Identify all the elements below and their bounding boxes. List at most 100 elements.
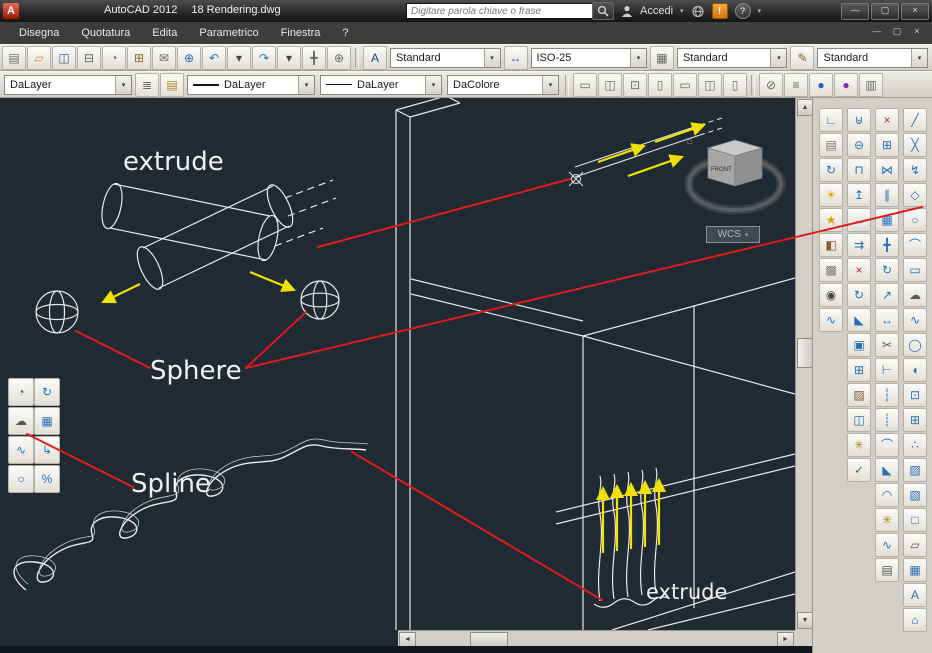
extrude-label-top[interactable]: extrude [123,147,224,177]
extrude-faces-icon[interactable]: ↥ [847,183,871,207]
extrude-path-object[interactable] [568,117,723,187]
plot-icon[interactable]: ⊟ [77,45,101,70]
autoscale-icon[interactable]: ▯ [648,72,672,97]
viewport-icon[interactable]: ◫ [698,72,722,97]
revcloud-tool-icon[interactable]: ☁ [8,407,34,435]
annotation-visibility-icon[interactable]: ⊡ [623,72,647,97]
make-layer-current-icon[interactable]: ▤ [160,72,184,97]
vertical-scrollbar[interactable]: ▲ ▼ [795,98,813,630]
scroll-down-button[interactable]: ▼ [797,612,813,629]
menu-parametrico[interactable]: Parametrico [188,24,269,42]
leader-tool-icon[interactable]: ↳ [34,436,60,464]
plotstyle-dropdown[interactable]: DaColore ▾ [447,74,559,95]
spline-icon[interactable]: ∿ [903,308,927,332]
alert-icon[interactable]: ! [711,3,728,19]
chevron-down-icon[interactable]: ▾ [425,75,441,94]
line-icon[interactable]: ╱ [903,108,927,132]
menu-finestra[interactable]: Finestra [270,24,332,42]
menu-quotatura[interactable]: Quotatura [70,24,141,42]
redo-icon[interactable]: ↷ [252,45,276,70]
sphere-right[interactable] [300,280,340,320]
extrude-label-bottom[interactable]: extrude [646,580,727,604]
array-icon[interactable]: ▦ [875,208,899,232]
spline-curve[interactable] [13,438,369,591]
blend-icon[interactable]: ∿ [875,533,899,557]
table-icon[interactable]: ▦ [903,558,927,582]
help-caret-icon[interactable]: ▾ [758,7,762,15]
hatch-icon[interactable]: ▨ [903,458,927,482]
3dpoly-icon[interactable]: ⌂ [903,608,927,632]
chevron-down-icon[interactable]: ▾ [911,48,928,67]
table-style-icon[interactable]: ▦ [649,45,674,70]
horizontal-scrollbar[interactable]: ◄ ► [398,630,795,647]
doc-minimize-button[interactable]: — [870,26,884,37]
menu-edita[interactable]: Edita [141,24,188,42]
undo-icon[interactable]: ↶ [202,45,226,70]
sun-light-icon[interactable]: ☀ [819,183,843,207]
zoom-icon[interactable]: ⊕ [327,45,351,70]
check-icon[interactable]: ✓ [847,458,871,482]
extend-icon[interactable]: ⊢ [875,358,899,382]
drawing-canvas[interactable]: extrude Sphere Spline extrude FRONT ⌂ [0,98,795,630]
scroll-up-button[interactable]: ▲ [797,99,813,116]
search-button[interactable] [592,2,614,20]
spline-tool-icon[interactable]: ∿ [8,436,34,464]
viewport-lock-icon[interactable]: ▭ [573,72,597,97]
layer-properties-icon[interactable]: ≣ [135,72,159,97]
color-edges-icon[interactable]: ▨ [847,383,871,407]
drawing-viewport[interactable]: extrude Sphere Spline extrude FRONT ⌂ WC… [0,98,795,630]
lineweight-display-icon[interactable]: ≡ [784,72,808,97]
table-style-dropdown[interactable]: Standard ▾ [676,47,788,68]
menu-disegna[interactable]: Disegna [8,24,70,42]
communication-center-icon[interactable] [691,5,705,18]
clean-icon[interactable]: ✳ [847,433,871,457]
doc-close-button[interactable]: × [910,26,924,37]
xline-icon[interactable]: ╳ [903,133,927,157]
chevron-down-icon[interactable]: ▾ [483,48,500,67]
move-icon[interactable]: ╋ [875,233,899,257]
restore-button[interactable]: ▢ [871,3,899,20]
color-dropdown[interactable]: DaLayer ▾ [4,74,132,95]
minimize-button[interactable]: — [841,3,869,20]
divide-tool-icon[interactable]: % [34,465,60,493]
camera-icon[interactable]: ◉ [819,283,843,307]
copy-edges-icon[interactable]: ⊞ [847,358,871,382]
qnew-icon[interactable]: ▤ [2,45,26,70]
materials-icon[interactable]: ◧ [819,233,843,257]
page-setup-icon[interactable]: ▯ [723,72,747,97]
chamfer-icon[interactable]: ◣ [875,458,899,482]
ellipse-tool-icon[interactable]: ○ [8,465,34,493]
plot-preview-icon[interactable]: ◔ [102,45,126,70]
save-icon[interactable]: ◫ [52,45,76,70]
fillet-icon[interactable]: ◠ [875,483,899,507]
imprint-icon[interactable]: ◫ [847,408,871,432]
scale-icon[interactable]: ↗ [875,283,899,307]
wipeout-icon[interactable]: ▱ [903,533,927,557]
subtract-icon[interactable]: ⊖ [847,133,871,157]
close-button[interactable]: × [901,3,929,20]
sphere-left[interactable] [35,290,79,334]
no-plot-icon[interactable]: ⊘ [759,72,783,97]
viewcube-front-face-label[interactable]: FRONT [711,167,732,173]
scale-list-icon[interactable]: ▭ [673,72,697,97]
polyline-icon[interactable]: ↯ [903,158,927,182]
union-icon[interactable]: ⊎ [847,108,871,132]
shell-icon[interactable]: ▣ [847,333,871,357]
annotation-scale-icon[interactable]: ◫ [598,72,622,97]
sheet-icon[interactable]: ▥ [859,72,883,97]
make-block-icon[interactable]: ⊞ [903,408,927,432]
hyperlink-icon[interactable]: ⊕ [177,45,201,70]
delete-faces-icon[interactable]: × [847,258,871,282]
stretch-icon[interactable]: ↔ [875,308,899,332]
mirror-icon[interactable]: ⋈ [875,158,899,182]
chevron-down-icon[interactable]: ▾ [770,48,787,67]
viewcube[interactable]: FRONT ⌂ [684,136,786,215]
wcs-button[interactable]: WCS ▾ [706,226,760,243]
point-icon[interactable]: ∴ [903,433,927,457]
rotate-tool-icon[interactable]: ↻ [34,378,60,406]
signin-caret-icon[interactable]: ▾ [680,7,684,15]
rotate-icon[interactable]: ↻ [875,258,899,282]
spotlight-icon[interactable]: ★ [819,208,843,232]
chevron-down-icon[interactable]: ▾ [298,75,314,94]
spline-label[interactable]: Spline [131,469,211,499]
